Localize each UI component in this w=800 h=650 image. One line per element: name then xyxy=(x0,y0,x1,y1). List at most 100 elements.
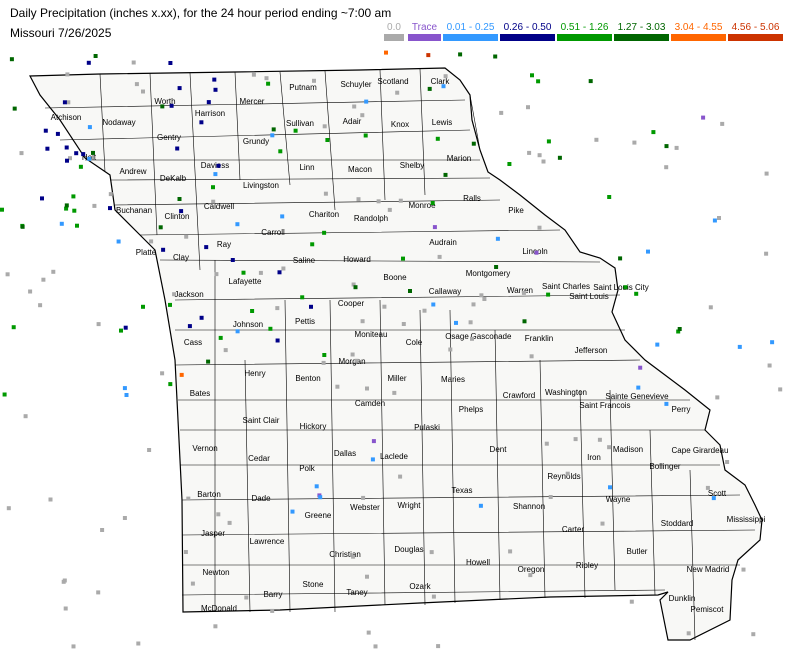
precip-observation-dot xyxy=(557,155,562,160)
precip-observation-dot xyxy=(78,164,83,169)
precip-observation-dot xyxy=(204,245,209,250)
precip-observation-dot xyxy=(108,206,112,211)
county-label: Newton xyxy=(202,568,229,577)
precip-observation-dot xyxy=(123,325,128,330)
precip-observation-dot xyxy=(478,503,483,508)
precip-observation-dot xyxy=(427,86,432,91)
county-label: Oregon xyxy=(518,565,545,574)
county-label: Stoddard xyxy=(661,519,693,528)
precip-observation-dot xyxy=(147,448,152,452)
precip-observation-dot xyxy=(708,305,713,310)
precip-observation-dot xyxy=(310,242,315,247)
precip-observation-dot xyxy=(251,72,256,77)
precip-observation-dot xyxy=(767,363,772,368)
precip-observation-dot xyxy=(546,292,551,297)
precip-observation-dot xyxy=(275,338,280,343)
legend-swatch xyxy=(671,34,726,41)
precip-observation-dot xyxy=(507,162,512,166)
precip-observation-dot xyxy=(275,306,280,311)
county-label: Bollinger xyxy=(649,462,680,471)
county-label: Linn xyxy=(299,163,314,172)
county-label: Jefferson xyxy=(575,346,608,355)
precip-observation-dot xyxy=(48,497,53,502)
county-label: Sullivan xyxy=(286,119,314,128)
precip-observation-dot xyxy=(281,266,286,271)
county-label: Camden xyxy=(355,399,385,408)
county-label: Pemiscot xyxy=(691,605,725,614)
precip-observation-dot xyxy=(426,53,431,58)
county-label: Gentry xyxy=(157,133,181,142)
precip-observation-dot xyxy=(141,89,145,94)
precip-observation-dot xyxy=(20,224,25,229)
county-label: New Madrid xyxy=(687,565,730,574)
county-label: Miller xyxy=(387,374,406,383)
county-label: Chariton xyxy=(309,210,339,219)
county-label: Maries xyxy=(441,375,465,384)
county-label: Clinton xyxy=(165,212,190,221)
county-label: Wayne xyxy=(606,495,631,504)
county-label: Lafayette xyxy=(229,277,262,286)
precip-observation-dot xyxy=(529,354,534,359)
county-label: Cape Girardeau xyxy=(672,446,729,455)
legend-label: Trace xyxy=(411,22,438,33)
county-label: Scott xyxy=(708,489,727,498)
precip-observation-dot xyxy=(65,72,70,77)
legend-swatch xyxy=(500,34,555,41)
precip-observation-dot xyxy=(271,127,276,132)
precip-observation-dot xyxy=(471,302,476,307)
precip-observation-dot xyxy=(250,309,255,313)
precip-observation-dot xyxy=(401,322,406,326)
precip-observation-dot xyxy=(636,385,641,390)
precip-observation-dot xyxy=(160,371,165,376)
legend-label: 1.27 - 3.03 xyxy=(617,22,666,33)
precip-observation-dot xyxy=(122,386,127,391)
precip-observation-dot xyxy=(64,203,69,208)
county-label: Clay xyxy=(173,253,189,262)
precip-observation-dot xyxy=(737,344,742,349)
precip-observation-dot xyxy=(741,567,746,572)
precip-observation-dot xyxy=(351,554,356,559)
county-label: Shelby xyxy=(400,161,424,170)
legend-label: 0.0 xyxy=(387,22,401,33)
precip-observation-dot xyxy=(479,293,484,298)
precip-observation-dot xyxy=(398,474,403,479)
precip-observation-dot xyxy=(363,133,368,138)
precip-observation-dot xyxy=(168,382,173,387)
precip-observation-dot xyxy=(199,315,204,320)
county-label: Hickory xyxy=(300,422,327,431)
legend-item: 3.04 - 4.55 xyxy=(671,22,726,41)
precip-observation-dot xyxy=(211,199,216,204)
precip-observation-dot xyxy=(277,270,282,275)
county-label: Morgan xyxy=(338,357,365,366)
precip-observation-dot xyxy=(354,358,359,363)
county-label: Harrison xyxy=(195,109,225,118)
precip-observation-dot xyxy=(674,145,679,150)
precip-observation-dot xyxy=(323,191,328,196)
precip-observation-dot xyxy=(100,528,105,532)
county-label: Mississippi xyxy=(727,515,766,524)
legend-label: 4.56 - 5.06 xyxy=(731,22,780,33)
precip-observation-dot xyxy=(312,78,316,83)
precip-observation-dot xyxy=(468,320,473,325)
precip-observation-dot xyxy=(725,460,730,464)
precip-observation-dot xyxy=(548,495,553,499)
county-label: Texas xyxy=(452,486,473,495)
precip-observation-dot xyxy=(213,87,218,92)
precip-observation-dot xyxy=(87,125,92,130)
county-label: Marion xyxy=(447,154,471,163)
precip-observation-dot xyxy=(61,579,66,584)
precip-observation-dot xyxy=(19,151,24,156)
precip-observation-dot xyxy=(322,230,327,235)
precip-observation-dot xyxy=(448,347,453,352)
precip-observation-dot xyxy=(86,60,91,65)
precip-observation-dot xyxy=(430,201,435,205)
legend-swatch xyxy=(384,34,404,41)
precip-observation-dot xyxy=(352,104,357,109)
precip-observation-dot xyxy=(778,387,783,392)
precip-observation-dot xyxy=(268,326,273,331)
precip-observation-dot xyxy=(223,348,228,353)
legend-swatch xyxy=(443,34,498,41)
precip-observation-dot xyxy=(664,165,669,170)
precip-observation-dot xyxy=(441,84,446,89)
precip-observation-dot xyxy=(528,573,533,578)
